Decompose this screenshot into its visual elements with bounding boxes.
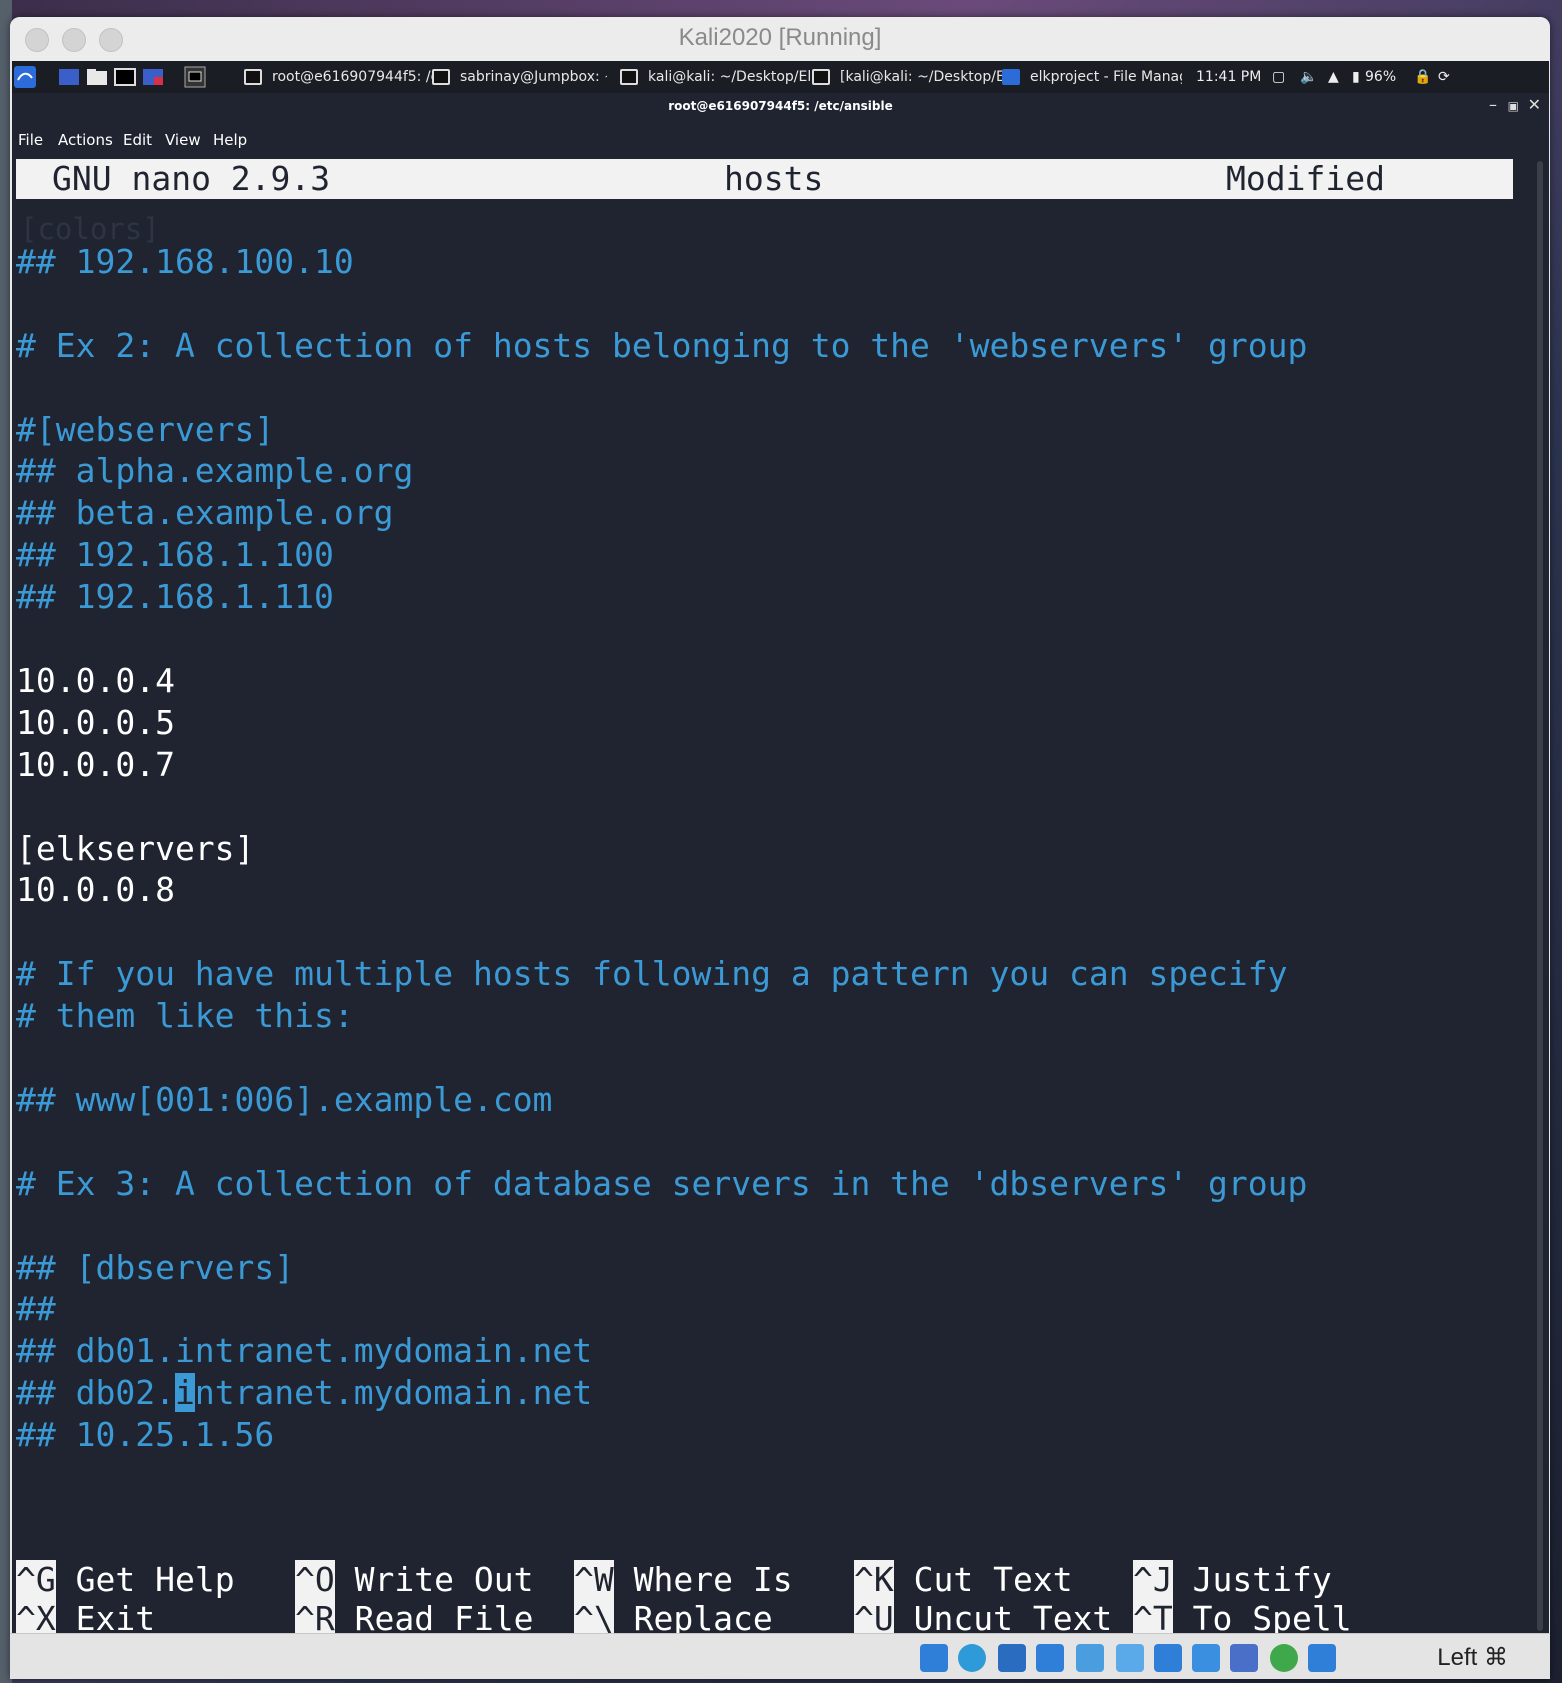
video-capture-icon[interactable] [1192, 1644, 1220, 1672]
battery-icon[interactable]: ▮ [1352, 61, 1360, 93]
maximize-icon[interactable]: ▣ [1508, 99, 1519, 113]
workspace-icon[interactable] [184, 66, 206, 88]
folder-icon [1002, 69, 1020, 85]
task-root-terminal[interactable]: root@e616907944f5: /e... [244, 61, 434, 93]
editor-line: ## db02.intranet.mydomain.net [16, 1373, 593, 1413]
task-kali-desktop-el[interactable]: [kali@kali: ~/Desktop/El... [812, 61, 1004, 93]
shortcut-item: ^J Justify [1133, 1559, 1332, 1601]
clock[interactable]: 11:41 PM [1196, 61, 1261, 93]
editor-line: #[webservers] [16, 409, 275, 449]
optical-drive-icon[interactable] [958, 1644, 986, 1672]
terminal-menubar: File Actions Edit View Help [12, 121, 1549, 157]
editor-line: # Ex 2: A collection of hosts belonging … [16, 325, 1308, 365]
network-icon[interactable] [1036, 1644, 1064, 1672]
editor-line: ## [16, 1289, 56, 1329]
virtualbox-window: Kali2020 [Running] root@e616907944f5: /e… [10, 17, 1550, 1679]
terminal-launcher-icon[interactable] [114, 66, 136, 88]
shortcut-item: ^O Write Out [295, 1559, 533, 1601]
editor-line: [elkservers] [16, 828, 255, 868]
editor-line: # If you have multiple hosts following a… [16, 954, 1288, 994]
nano-filename: hosts [724, 159, 824, 198]
menu-edit[interactable]: Edit [123, 131, 152, 149]
editor-line: ## alpha.example.org [16, 451, 414, 491]
shortcut-key: ^W [574, 1560, 614, 1599]
audio-icon[interactable] [998, 1644, 1026, 1672]
editor-line: 10.0.0.7 [16, 744, 175, 784]
shared-folders-icon[interactable] [1116, 1644, 1144, 1672]
editor-line: ## 192.168.100.10 [16, 241, 354, 281]
editor-line: # them like this: [16, 996, 354, 1036]
task-kali-desktop-elk[interactable]: kali@kali: ~/Desktop/Elk... [620, 61, 815, 93]
guest-additions-icon[interactable] [1270, 1644, 1298, 1672]
nano-version: GNU nano 2.9.3 [52, 159, 331, 198]
editor-line: ## 10.25.1.56 [16, 1415, 275, 1455]
shortcut-key: ^K [854, 1560, 894, 1599]
terminal-content[interactable]: [colors] GNU nano 2.9.3 hosts Modified #… [16, 159, 1528, 1638]
file-manager-icon[interactable] [86, 66, 108, 88]
terminal-icon [812, 69, 830, 85]
vm-title: Kali2020 [Running] [678, 24, 882, 51]
shortcut-item: ^K Cut Text [854, 1559, 1073, 1601]
task-sabrinay-jumpbox[interactable]: sabrinay@Jumpbox: ~ [432, 61, 607, 93]
shortcut-label: Where Is [633, 1560, 793, 1599]
lock-icon[interactable]: 🔒 [1414, 61, 1431, 93]
browser-launcher-icon[interactable] [142, 66, 164, 88]
top-panel: root@e616907944f5: /e... sabrinay@Jumpbo… [12, 61, 1549, 93]
shortcut-label: Get Help [75, 1560, 235, 1599]
usb-icon[interactable] [1076, 1644, 1104, 1672]
editor-line: 10.0.0.4 [16, 660, 175, 700]
terminal-icon [432, 69, 450, 85]
volume-icon[interactable]: 🔈 [1300, 61, 1317, 93]
editor-line: ## 192.168.1.110 [16, 577, 334, 617]
shortcut-key: ^O [295, 1560, 335, 1599]
guest-screen: root@e616907944f5: /e... sabrinay@Jumpbo… [12, 61, 1549, 1638]
vm-statusbar: Left ⌘ [10, 1633, 1550, 1679]
menu-file[interactable]: File [18, 131, 43, 149]
battery-percent: 96% [1365, 69, 1397, 85]
mouse-integration-icon[interactable] [1308, 1644, 1336, 1672]
terminal-scrollbar[interactable] [1537, 161, 1543, 1631]
show-desktop-icon[interactable] [58, 66, 80, 88]
minimize-icon[interactable]: – [1489, 95, 1497, 114]
task-file-manager[interactable]: elkproject - File Manager [1002, 61, 1182, 93]
nano-titlebar: GNU nano 2.9.3 hosts Modified [16, 159, 1513, 199]
menu-actions[interactable]: Actions [58, 131, 113, 149]
text-cursor: i [174, 1373, 195, 1413]
terminal-icon [244, 69, 262, 85]
menu-view[interactable]: View [165, 131, 201, 149]
editor-line: ## beta.example.org [16, 493, 394, 533]
shortcut-key: ^J [1133, 1560, 1173, 1599]
editor-line: ## 192.168.1.100 [16, 535, 334, 575]
close-icon[interactable]: ✕ [1528, 95, 1541, 114]
shortcut-label: Write Out [354, 1560, 534, 1599]
vm-titlebar[interactable]: Kali2020 [Running] [10, 17, 1550, 61]
editor-line: 10.0.0.5 [16, 702, 175, 742]
terminal-titlebar[interactable]: root@e616907944f5: /etc/ansible – ▣ ✕ [12, 93, 1549, 121]
shortcut-key: ^G [16, 1560, 56, 1599]
kali-menu-icon[interactable] [14, 66, 36, 88]
shortcut-label: Cut Text [913, 1560, 1073, 1599]
host-key-indicator: Left ⌘ [1437, 1644, 1508, 1671]
screen-icon[interactable]: ▢ [1272, 61, 1285, 93]
editor-line: ## [dbservers] [16, 1247, 295, 1287]
shortcut-item: ^G Get Help [16, 1559, 235, 1601]
shortcut-label: Justify [1192, 1560, 1332, 1599]
storage-icon[interactable] [920, 1644, 948, 1672]
editor-line: ## www[001:006].example.com [16, 1079, 553, 1119]
power-icon[interactable]: ⟳ [1438, 61, 1450, 93]
nano-status: Modified [1226, 159, 1385, 198]
editor-line: ## db01.intranet.mydomain.net [16, 1331, 593, 1371]
notification-bell-icon[interactable]: ▲ [1328, 61, 1339, 93]
menu-help[interactable]: Help [213, 131, 247, 149]
shortcut-item: ^W Where Is [574, 1559, 793, 1601]
display-icon[interactable] [1154, 1644, 1182, 1672]
editor-line: 10.0.0.8 [16, 870, 175, 910]
editor-line: # Ex 3: A collection of database servers… [16, 1163, 1308, 1203]
recording-icon[interactable] [1230, 1644, 1258, 1672]
terminal-icon [620, 69, 638, 85]
terminal-window-title: root@e616907944f5: /etc/ansible [668, 99, 893, 113]
